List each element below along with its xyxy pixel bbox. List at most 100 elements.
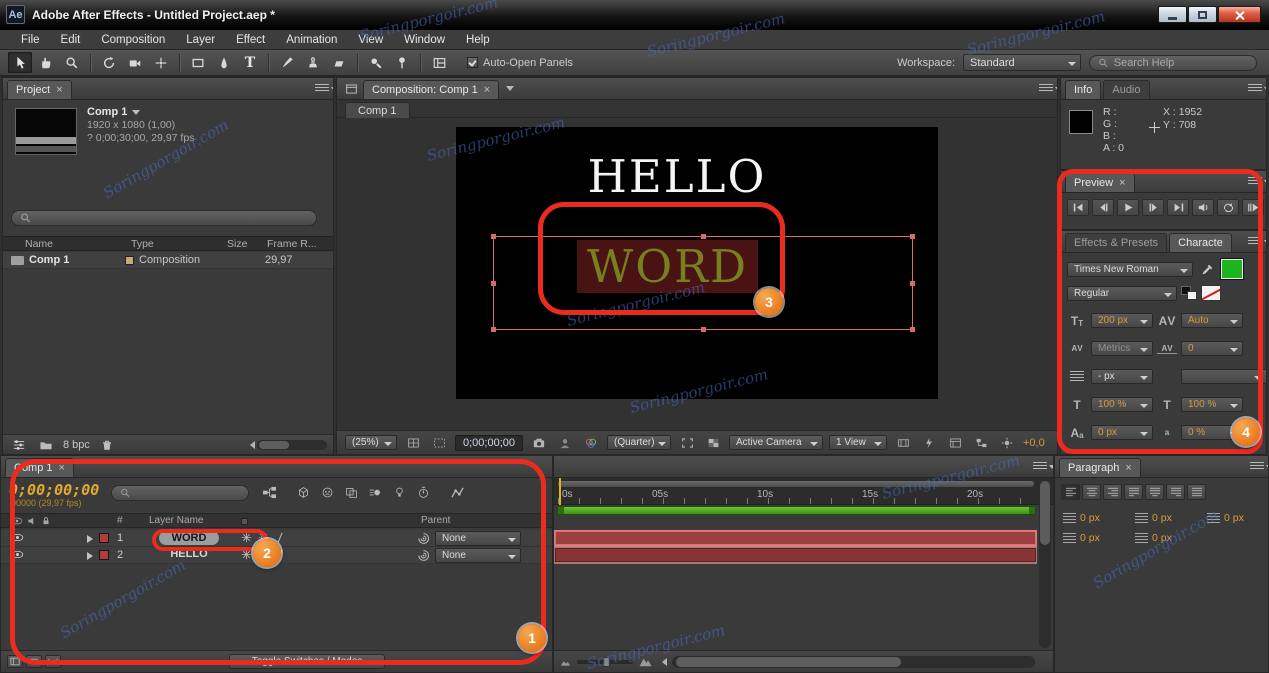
panel-menu-icon[interactable] xyxy=(1248,237,1266,246)
tracking-mode-dropdown[interactable]: Metrics xyxy=(1091,341,1153,356)
hello-text-layer[interactable]: HELLO xyxy=(457,150,897,203)
layer-name-text[interactable]: WORD xyxy=(158,531,220,545)
active-camera-dropdown[interactable]: Active Camera xyxy=(729,435,823,450)
layer-color-chip[interactable] xyxy=(99,550,109,560)
column-name[interactable]: Name xyxy=(25,238,53,250)
zoom-slider-thumb[interactable] xyxy=(603,656,610,667)
scrollbar-track[interactable] xyxy=(257,439,327,450)
panel-menu-icon[interactable] xyxy=(1039,84,1057,93)
column-size[interactable]: Size xyxy=(227,238,247,250)
composition-canvas[interactable]: HELLO WORD xyxy=(457,128,937,398)
ram-preview-button[interactable] xyxy=(1242,199,1264,216)
timeline-timecode[interactable]: 0;00;00;00 xyxy=(9,481,99,499)
selection-handle[interactable] xyxy=(491,234,496,239)
rotation-tool[interactable] xyxy=(97,52,121,73)
tab-character[interactable]: Characte xyxy=(1169,233,1232,252)
font-style-dropdown[interactable]: Regular xyxy=(1067,285,1177,301)
auto-keyframe-button[interactable] xyxy=(413,484,433,500)
tab-audio[interactable]: Audio xyxy=(1103,80,1150,99)
menu-window[interactable]: Window xyxy=(395,32,454,48)
pen-tool[interactable] xyxy=(212,52,236,73)
motion-blur-button[interactable] xyxy=(365,484,385,500)
selection-handle[interactable] xyxy=(910,234,915,239)
composition-viewer[interactable]: HELLO WORD xyxy=(337,118,1057,430)
layer-duration-bar[interactable] xyxy=(555,531,1036,545)
tab-list-chevron-icon[interactable] xyxy=(506,86,515,91)
parent-dropdown[interactable]: None xyxy=(435,548,521,563)
pan-behind-tool[interactable] xyxy=(149,52,173,73)
expand-in-out-button[interactable] xyxy=(45,655,61,668)
menu-view[interactable]: View xyxy=(349,32,392,48)
toggle-mask-button[interactable] xyxy=(429,435,449,451)
expand-transfer-modes-button[interactable] xyxy=(26,655,42,668)
roto-brush-tool[interactable] xyxy=(364,52,388,73)
leading-dropdown[interactable]: - px xyxy=(1091,369,1153,384)
close-tab-icon[interactable]: × xyxy=(59,462,65,474)
layer-name-column[interactable]: Layer Name xyxy=(149,515,203,526)
layer-bar-hello[interactable] xyxy=(554,547,1037,564)
scrollbar-thumb[interactable] xyxy=(259,440,289,449)
horizontal-scale-dropdown[interactable]: 100 % xyxy=(1181,397,1243,412)
column-frame-rate[interactable]: Frame R... xyxy=(267,238,317,250)
scroll-left-icon[interactable] xyxy=(662,657,667,666)
comp-thumbnail[interactable] xyxy=(15,108,77,155)
layer-bar-word[interactable] xyxy=(554,530,1037,547)
tab-project[interactable]: Project × xyxy=(7,80,72,99)
time-navigator[interactable] xyxy=(557,480,1035,488)
fill-color-swatch[interactable] xyxy=(1221,259,1243,279)
maximize-button[interactable] xyxy=(1188,6,1217,23)
show-channels-button[interactable] xyxy=(581,435,601,451)
justify-all-button[interactable] xyxy=(1187,484,1206,500)
baseline-shift-dropdown[interactable]: 0 px xyxy=(1091,425,1153,440)
delete-item-button[interactable] xyxy=(97,437,117,453)
new-folder-button[interactable] xyxy=(36,437,56,453)
close-tab-icon[interactable]: × xyxy=(56,84,62,96)
last-frame-button[interactable] xyxy=(1167,199,1189,216)
previous-frame-button[interactable] xyxy=(1092,199,1114,216)
timeline-search-input[interactable] xyxy=(135,487,240,499)
zoom-out-mountain-icon[interactable] xyxy=(560,657,572,667)
extra-dropdown[interactable] xyxy=(1181,369,1266,384)
next-frame-button[interactable] xyxy=(1142,199,1164,216)
parent-column[interactable]: Parent xyxy=(421,515,450,526)
work-area-bar[interactable] xyxy=(557,506,1036,515)
align-center-button[interactable] xyxy=(1082,484,1101,500)
clone-stamp-tool[interactable] xyxy=(301,52,325,73)
zoom-tool[interactable] xyxy=(60,52,84,73)
video-visible-icon[interactable] xyxy=(11,549,24,560)
close-tab-icon[interactable]: × xyxy=(1119,177,1125,189)
effects-icon[interactable] xyxy=(275,532,286,543)
parent-dropdown[interactable]: None xyxy=(435,531,521,546)
toggle-switches-modes-button[interactable]: Toggle Switches / Modes xyxy=(229,654,385,669)
eraser-tool[interactable] xyxy=(327,52,351,73)
minimize-button[interactable] xyxy=(1158,6,1187,23)
puppet-pin-tool[interactable] xyxy=(390,52,414,73)
parent-pickwhip-icon[interactable] xyxy=(417,549,430,562)
interpret-footage-button[interactable] xyxy=(9,437,29,453)
indent-first-field[interactable]: 0 px xyxy=(1135,512,1172,524)
tab-composition[interactable]: Composition: Comp 1 × xyxy=(363,80,500,99)
menu-animation[interactable]: Animation xyxy=(277,32,346,48)
timeline-horizontal-scrollbar[interactable] xyxy=(672,655,1035,668)
space-after-field[interactable]: 0 px xyxy=(1135,532,1172,544)
view-layout-dropdown[interactable]: 1 View xyxy=(829,435,887,450)
font-size-dropdown[interactable]: 200 px xyxy=(1091,313,1153,328)
menu-help[interactable]: Help xyxy=(457,32,499,48)
chevron-down-icon[interactable] xyxy=(132,110,141,115)
justify-last-right-button[interactable] xyxy=(1166,484,1185,500)
reset-exposure-button[interactable] xyxy=(997,435,1017,451)
panel-menu-icon[interactable] xyxy=(1033,462,1053,471)
transparency-grid-button[interactable] xyxy=(703,435,723,451)
time-ruler[interactable]: 0s 05s 10s 15s 20s xyxy=(554,478,1053,505)
layer-name-text[interactable]: HELLO xyxy=(170,548,207,560)
collapse-transformations-icon[interactable] xyxy=(241,549,252,560)
menu-file[interactable]: File xyxy=(12,32,49,48)
close-tab-icon[interactable]: × xyxy=(484,84,490,96)
help-search-input[interactable] xyxy=(1113,56,1248,69)
eyedropper-button[interactable] xyxy=(1197,261,1217,277)
timeline-search-box[interactable] xyxy=(111,485,249,501)
tab-preview[interactable]: Preview × xyxy=(1065,173,1135,192)
align-left-button[interactable] xyxy=(1061,484,1080,500)
video-visible-icon[interactable] xyxy=(11,532,24,543)
magnification-dropdown[interactable]: (25%) xyxy=(345,435,397,450)
